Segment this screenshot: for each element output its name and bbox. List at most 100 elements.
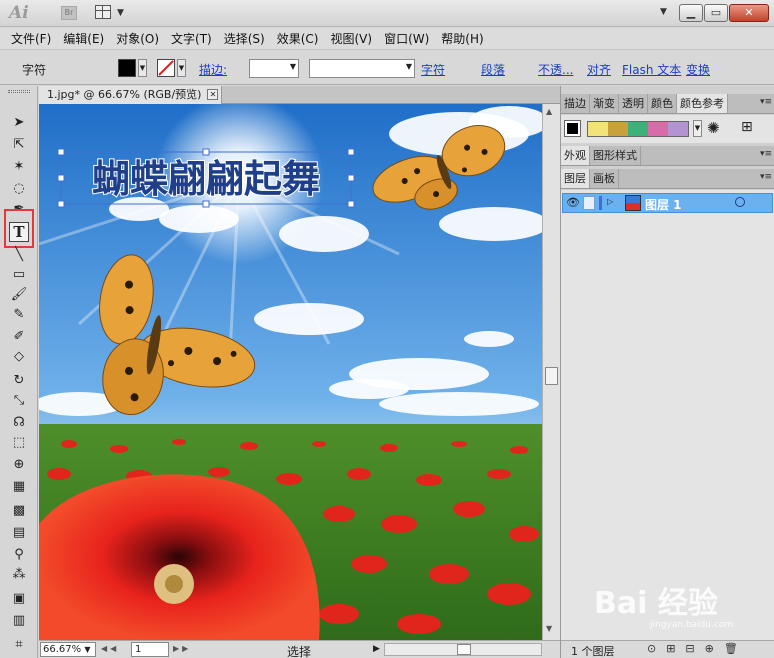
- app-logo: Ai: [9, 3, 29, 23]
- direct-selection-tool-icon[interactable]: ⇱: [10, 136, 28, 154]
- tab-stroke[interactable]: 描边: [561, 94, 590, 113]
- menu-object[interactable]: 对象(O): [110, 30, 165, 47]
- tab-color-guide[interactable]: 颜色参考: [677, 94, 728, 113]
- perspective-grid-tool-icon[interactable]: ▦: [10, 478, 28, 496]
- rotate-tool-icon[interactable]: ↻: [10, 372, 28, 390]
- harmony-swatch[interactable]: [588, 122, 608, 136]
- tab-color[interactable]: 颜色: [648, 94, 677, 113]
- artboard-next-icons[interactable]: ▶▶: [173, 644, 191, 653]
- workspace-chevron-down-icon[interactable]: ▼: [660, 7, 667, 17]
- layer-action-icons[interactable]: ⊙⊞⊟⊕🗑: [647, 642, 748, 655]
- harmony-swatch[interactable]: [648, 122, 668, 136]
- tab-layers[interactable]: 图层: [561, 169, 590, 188]
- scroll-down-icon[interactable]: ▼: [546, 624, 552, 633]
- tab-appearance[interactable]: 外观: [561, 146, 590, 165]
- close-button[interactable]: ✕: [729, 4, 769, 22]
- harmony-swatch[interactable]: [668, 122, 688, 136]
- paintbrush-tool-icon[interactable]: 🖌: [10, 286, 28, 304]
- layer-row[interactable]: 👁 ▷ 图层 1: [562, 193, 773, 213]
- fill-dropdown[interactable]: ▼: [138, 59, 147, 77]
- menu-select[interactable]: 选择(S): [218, 30, 271, 47]
- arrange-documents-button[interactable]: [95, 5, 111, 21]
- transform-link[interactable]: 变换: [686, 61, 710, 78]
- maximize-button[interactable]: ▭: [704, 4, 728, 22]
- artboard-canvas[interactable]: 蝴蝶翩翩起舞: [39, 104, 542, 640]
- blend-tool-icon[interactable]: ⁂: [10, 566, 28, 584]
- symbol-sprayer-tool-icon[interactable]: ▣: [10, 590, 28, 608]
- gradient-tool-icon[interactable]: ▤: [10, 524, 28, 542]
- eyedropper-tool-icon[interactable]: ⚲: [10, 546, 28, 564]
- fill-color-swatch[interactable]: [118, 59, 136, 77]
- vertical-scrollbar[interactable]: ▲ ▼: [542, 104, 560, 640]
- panel-menu-icon[interactable]: ▾≡: [760, 149, 772, 159]
- harmony-swatches[interactable]: [587, 121, 689, 137]
- align-link[interactable]: 对齐: [587, 61, 611, 78]
- scale-tool-icon[interactable]: ⤡: [10, 392, 28, 410]
- toolbox-grip[interactable]: [8, 90, 30, 93]
- chevron-down-icon[interactable]: ▼: [117, 8, 124, 18]
- rectangle-tool-icon[interactable]: ▭: [10, 266, 28, 284]
- tab-transparency[interactable]: 透明: [619, 94, 648, 113]
- harmony-dropdown[interactable]: ▼: [693, 120, 702, 137]
- eraser-tool-icon[interactable]: ◇: [10, 348, 28, 366]
- pencil-tool-icon[interactable]: ✎: [10, 306, 28, 324]
- target-circle-icon[interactable]: [735, 197, 745, 207]
- visibility-eye-icon[interactable]: 👁: [566, 196, 580, 209]
- base-color-swatch[interactable]: [564, 120, 581, 137]
- lock-toggle[interactable]: [583, 196, 595, 210]
- menu-edit[interactable]: 编辑(E): [57, 30, 110, 47]
- tab-gradient[interactable]: 渐变: [590, 94, 619, 113]
- stroke-dropdown[interactable]: ▼: [177, 59, 186, 77]
- selection-tool-icon[interactable]: ➤: [10, 114, 28, 132]
- menu-help[interactable]: 帮助(H): [435, 30, 489, 47]
- document-tab[interactable]: 1.jpg* @ 66.67% (RGB/预览) ✕: [39, 86, 223, 104]
- paragraph-link[interactable]: 段落: [481, 61, 505, 78]
- play-arrow-icon[interactable]: ▶: [373, 644, 380, 654]
- menu-effect[interactable]: 效果(C): [271, 30, 325, 47]
- stroke-color-swatch[interactable]: [157, 59, 175, 77]
- save-swatch-group-icon[interactable]: ⊞: [741, 119, 753, 135]
- font-family-select[interactable]: ▼: [309, 59, 415, 78]
- minimize-button[interactable]: ▁: [679, 4, 703, 22]
- vertical-scroll-thumb[interactable]: [545, 367, 558, 385]
- menu-file[interactable]: 文件(F): [5, 30, 57, 47]
- artboard-prev-icons[interactable]: ◀◀: [101, 644, 119, 653]
- artboard-tool-icon[interactable]: ⌗: [10, 636, 28, 654]
- line-tool-icon[interactable]: ╲: [10, 246, 28, 264]
- opacity-link[interactable]: 不透...: [538, 61, 573, 78]
- menu-view[interactable]: 视图(V): [324, 30, 378, 47]
- scroll-up-icon[interactable]: ▲: [546, 107, 552, 116]
- harmony-swatch[interactable]: [608, 122, 628, 136]
- warp-tool-icon[interactable]: ☊: [10, 414, 28, 432]
- panel-menu-icon[interactable]: ▾≡: [760, 172, 772, 182]
- mesh-tool-icon[interactable]: ▩: [10, 502, 28, 520]
- character-link[interactable]: 字符: [421, 61, 445, 78]
- layer-name[interactable]: 图层 1: [645, 196, 682, 213]
- free-transform-tool-icon[interactable]: ⬚: [10, 434, 28, 452]
- column-graph-tool-icon[interactable]: ▥: [10, 612, 28, 630]
- artboard-number-select[interactable]: 1: [131, 642, 169, 657]
- stroke-weight-link[interactable]: 描边:: [199, 61, 227, 78]
- color-wheel-icon[interactable]: ✺: [707, 119, 720, 137]
- menu-type[interactable]: 文字(T): [165, 30, 218, 47]
- menu-window[interactable]: 窗口(W): [378, 30, 435, 47]
- status-current-tool[interactable]: 选择: [287, 643, 311, 658]
- type-tool-icon[interactable]: T: [9, 222, 29, 242]
- harmony-swatch[interactable]: [628, 122, 648, 136]
- magic-wand-tool-icon[interactable]: ✶: [10, 158, 28, 176]
- horizontal-scrollbar[interactable]: [384, 643, 542, 656]
- bridge-button[interactable]: Br: [61, 6, 77, 20]
- horizontal-scroll-thumb[interactable]: [457, 644, 471, 655]
- shape-builder-tool-icon[interactable]: ⊕: [10, 456, 28, 474]
- flash-text-link[interactable]: Flash 文本: [622, 61, 681, 78]
- stroke-weight-select[interactable]: ▼: [249, 59, 299, 78]
- panel-menu-icon[interactable]: ▾≡: [760, 97, 772, 107]
- headline-text[interactable]: 蝴蝶翩翩起舞: [91, 156, 321, 202]
- tab-artboards[interactable]: 画板: [590, 169, 619, 188]
- blob-brush-tool-icon[interactable]: ✐: [10, 328, 28, 346]
- expand-triangle-icon[interactable]: ▷: [607, 197, 613, 206]
- close-tab-icon[interactable]: ✕: [207, 89, 219, 100]
- lasso-tool-icon[interactable]: ◌: [10, 180, 28, 198]
- zoom-select[interactable]: 66.67% ▼: [40, 642, 96, 657]
- tab-graphic-styles[interactable]: 图形样式: [590, 146, 641, 165]
